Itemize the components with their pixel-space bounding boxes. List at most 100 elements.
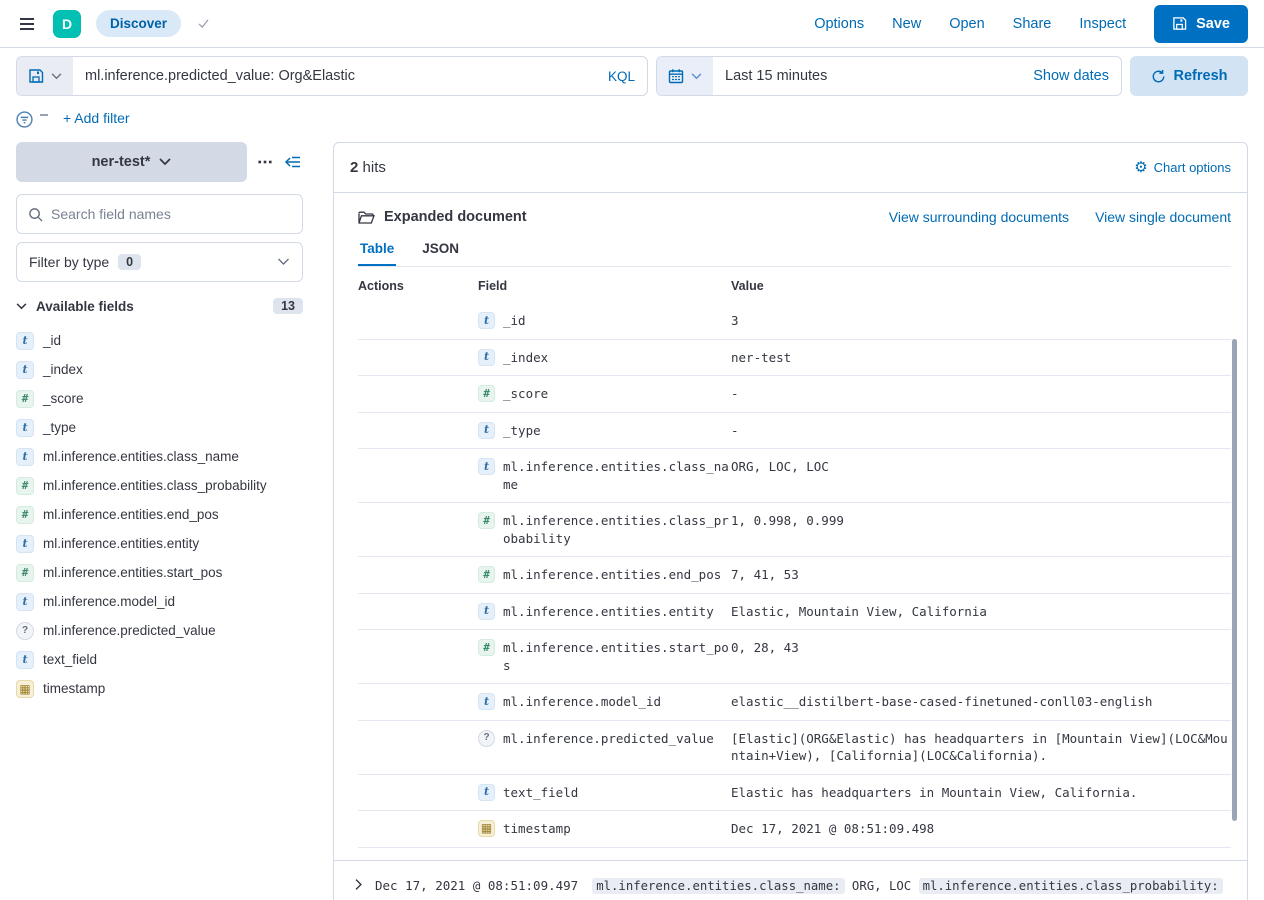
tab-table[interactable]: Table bbox=[358, 241, 396, 266]
field-type-icon: t bbox=[16, 448, 34, 466]
row-actions-cell[interactable] bbox=[358, 566, 478, 584]
field-list-item[interactable]: t text_field bbox=[16, 645, 303, 674]
field-list-item[interactable]: ? ml.inference.predicted_value bbox=[16, 616, 303, 645]
refresh-button[interactable]: Refresh bbox=[1130, 56, 1248, 96]
save-button[interactable]: Save bbox=[1154, 5, 1248, 43]
row-actions-cell[interactable] bbox=[358, 458, 478, 493]
field-name: text_field bbox=[43, 652, 97, 667]
view-surrounding-documents-link[interactable]: View surrounding documents bbox=[889, 209, 1069, 225]
field-type-icon: ? bbox=[478, 730, 495, 747]
filter-by-type-select[interactable]: Filter by type 0 bbox=[16, 242, 303, 282]
row-field-cell: # ml.inference.entities.end_pos bbox=[478, 566, 731, 584]
show-dates-button[interactable]: Show dates bbox=[1021, 57, 1121, 95]
menu-hamburger-icon[interactable] bbox=[16, 14, 38, 34]
field-type-icon: # bbox=[478, 512, 495, 529]
field-type-icon: t bbox=[478, 603, 495, 620]
collapse-sidebar-icon[interactable] bbox=[283, 154, 303, 170]
row-value-cell: 1, 0.998, 0.999 bbox=[731, 512, 1231, 547]
tab-json[interactable]: JSON bbox=[420, 241, 461, 266]
field-name: ml.inference.entities.class_name bbox=[43, 449, 239, 464]
row-actions-cell[interactable] bbox=[358, 730, 478, 765]
row-field-cell: # ml.inference.entities.class_probabilit… bbox=[478, 512, 731, 547]
row-actions-cell[interactable] bbox=[358, 512, 478, 547]
field-list-item[interactable]: t ml.inference.entities.entity bbox=[16, 529, 303, 558]
field-name: ml.inference.entities.class_probability bbox=[43, 478, 267, 493]
top-nav-link[interactable]: Options bbox=[814, 16, 864, 32]
field-search-box bbox=[16, 194, 303, 234]
doc-table-row: # ml.inference.entities.end_pos 7, 41, 5… bbox=[358, 557, 1231, 594]
row-value-cell: - bbox=[731, 422, 1231, 440]
top-nav-link[interactable]: Share bbox=[1013, 16, 1052, 32]
field-type-icon: t bbox=[478, 349, 495, 366]
time-picker-quick-menu-button[interactable] bbox=[657, 57, 713, 95]
field-list-item[interactable]: t _index bbox=[16, 355, 303, 384]
row-value-cell: ner-test bbox=[731, 349, 1231, 367]
pinned-filter-divider bbox=[40, 114, 48, 116]
expand-document-chevron-icon[interactable] bbox=[350, 876, 367, 893]
time-range-display[interactable]: Last 15 minutes bbox=[713, 57, 1021, 95]
field-name: ml.inference.entities.class_probability bbox=[503, 512, 731, 547]
row-actions-cell[interactable] bbox=[358, 639, 478, 674]
row-actions-cell[interactable] bbox=[358, 693, 478, 711]
vertical-scrollbar[interactable] bbox=[1232, 339, 1237, 821]
chevron-down-icon bbox=[691, 73, 702, 80]
field-list-item[interactable]: t _type bbox=[16, 413, 303, 442]
field-type-icon: t bbox=[478, 784, 495, 801]
available-fields-header[interactable]: Available fields 13 bbox=[16, 298, 303, 314]
field-list-item[interactable]: # _score bbox=[16, 384, 303, 413]
saved-query-menu-button[interactable] bbox=[17, 57, 73, 95]
index-pattern-switcher[interactable]: ner-test* bbox=[16, 142, 247, 182]
field-list-item[interactable]: t ml.inference.entities.class_name bbox=[16, 442, 303, 471]
field-type-icon: t bbox=[16, 651, 34, 669]
field-list-item[interactable]: # ml.inference.entities.class_probabilit… bbox=[16, 471, 303, 500]
doc-table-row: t ml.inference.entities.class_name ORG, … bbox=[358, 449, 1231, 503]
field-type-icon: t bbox=[16, 593, 34, 611]
row-value-cell: ORG, LOC, LOC bbox=[731, 458, 1231, 493]
boxes-horizontal-icon[interactable] bbox=[258, 155, 272, 169]
top-nav-link[interactable]: Open bbox=[949, 16, 984, 32]
row-actions-cell[interactable] bbox=[358, 603, 478, 621]
field-list-item[interactable]: t ml.inference.model_id bbox=[16, 587, 303, 616]
field-type-icon: # bbox=[16, 506, 34, 524]
field-name: _type bbox=[43, 420, 76, 435]
doc-table: t _id 3 t _index ner-test bbox=[358, 303, 1231, 848]
breadcrumb-discover[interactable]: Discover bbox=[96, 10, 181, 37]
chart-options-button[interactable]: ⚙ Chart options bbox=[1134, 160, 1231, 175]
row-value-cell: - bbox=[731, 385, 1231, 403]
top-nav-link[interactable]: Inspect bbox=[1079, 16, 1126, 32]
field-type-icon: t bbox=[16, 419, 34, 437]
row-actions-cell[interactable] bbox=[358, 820, 478, 838]
chevron-down-icon bbox=[277, 258, 290, 266]
row-field-cell: t ml.inference.model_id bbox=[478, 693, 731, 711]
row-actions-cell[interactable] bbox=[358, 784, 478, 802]
row-value-cell: [Elastic](ORG&Elastic) has headquarters … bbox=[731, 730, 1231, 765]
field-list-item[interactable]: ▦ timestamp bbox=[16, 674, 303, 703]
top-nav-link[interactable]: New bbox=[892, 16, 921, 32]
row-actions-cell[interactable] bbox=[358, 349, 478, 367]
field-type-icon: ? bbox=[16, 622, 34, 640]
query-input[interactable]: ml.inference.predicted_value: Org&Elasti… bbox=[73, 57, 596, 95]
filter-icon[interactable] bbox=[16, 111, 33, 128]
field-list-item[interactable]: t _id bbox=[16, 326, 303, 355]
field-type-icon: # bbox=[478, 566, 495, 583]
row-value-cell: Elastic, Mountain View, California bbox=[731, 603, 1231, 621]
field-type-icon: ▦ bbox=[478, 820, 495, 837]
field-name: ml.inference.entities.start_pos bbox=[503, 639, 731, 674]
field-search-input[interactable] bbox=[51, 206, 291, 222]
row-actions-cell[interactable] bbox=[358, 385, 478, 403]
row-actions-cell[interactable] bbox=[358, 312, 478, 330]
add-filter-button[interactable]: + Add filter bbox=[63, 110, 130, 126]
row-field-cell: # ml.inference.entities.start_pos bbox=[478, 639, 731, 674]
view-single-document-link[interactable]: View single document bbox=[1095, 209, 1231, 225]
document-list-row[interactable]: Dec 17, 2021 @ 08:51:09.497 ml.inference… bbox=[334, 860, 1247, 900]
check-icon bbox=[196, 17, 211, 30]
gear-icon: ⚙ bbox=[1134, 160, 1147, 175]
row-actions-cell[interactable] bbox=[358, 422, 478, 440]
elastic-space-avatar[interactable]: D bbox=[53, 10, 81, 38]
field-list-item[interactable]: # ml.inference.entities.start_pos bbox=[16, 558, 303, 587]
source-pair: ml.inference.entities.class_name: ORG, L… bbox=[592, 878, 918, 894]
field-type-icon: # bbox=[16, 477, 34, 495]
content: ner-test* Filter by type 0 Available fie… bbox=[0, 136, 1264, 900]
field-list-item[interactable]: # ml.inference.entities.end_pos bbox=[16, 500, 303, 529]
query-language-button[interactable]: KQL bbox=[596, 57, 647, 95]
